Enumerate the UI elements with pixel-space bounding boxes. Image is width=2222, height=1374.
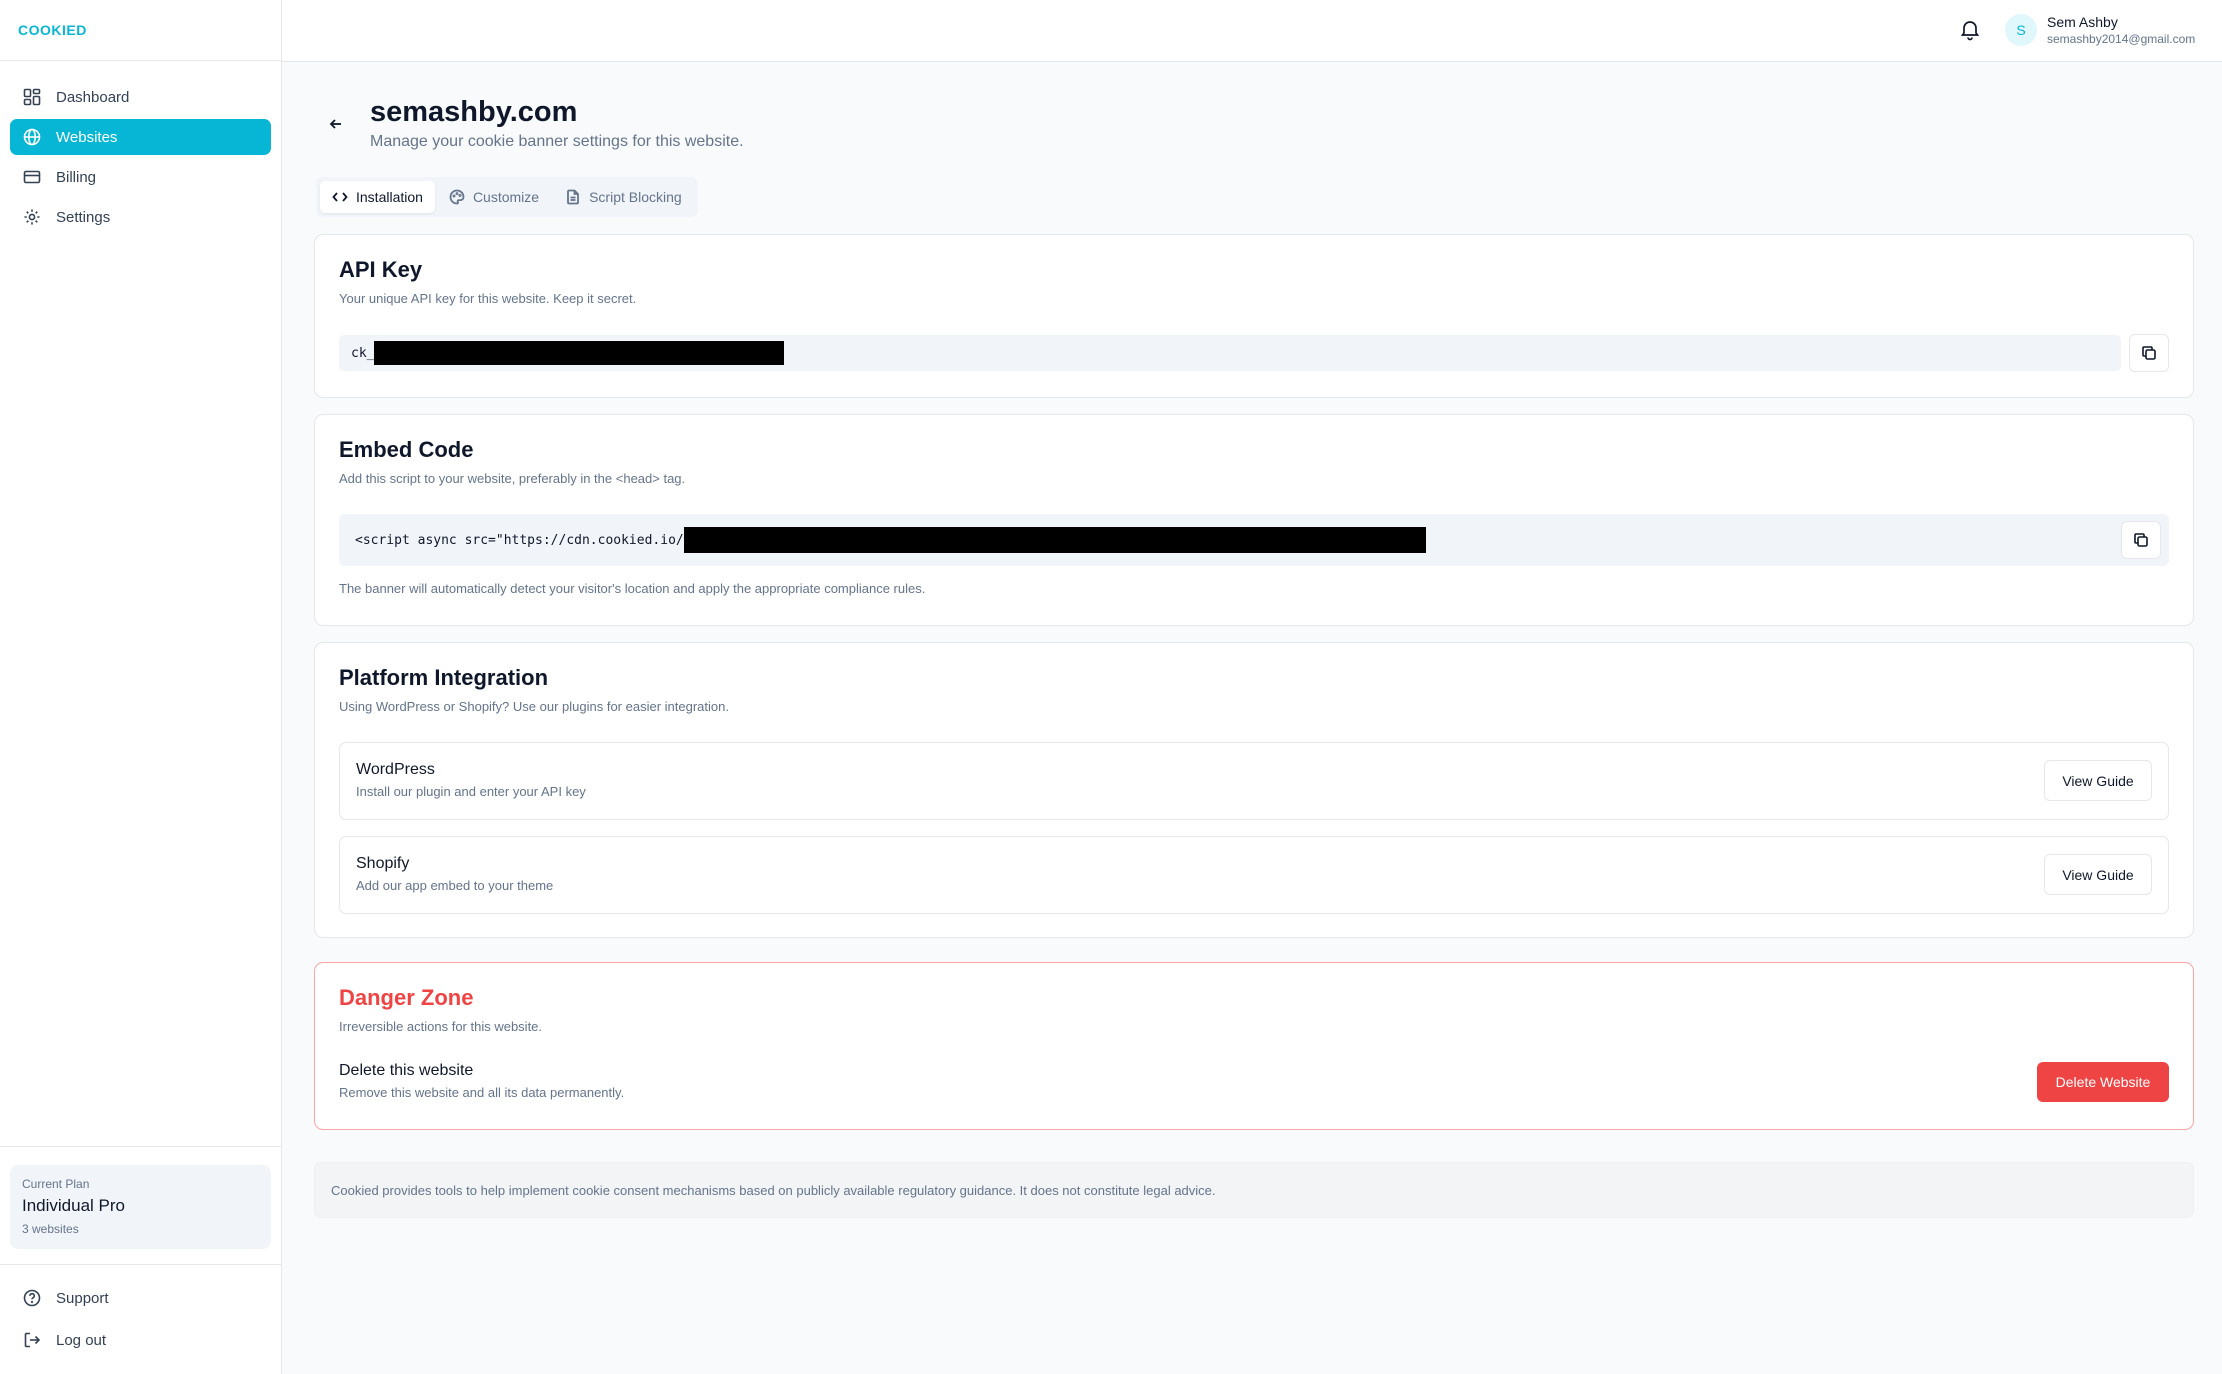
logo-bar: COOKIED [0,0,281,61]
platform-item-shopify: Shopify Add our app embed to your theme … [339,836,2169,914]
credit-card-icon [22,167,42,187]
tab-bar: Installation Customize Script Blocking [316,177,698,217]
palette-icon [449,189,465,205]
user-email: semashby2014@gmail.com [2047,32,2196,46]
logout-button[interactable]: Log out [10,1321,271,1359]
sidebar-item-billing[interactable]: Billing [10,159,271,195]
sidebar-nav: Dashboard Websites Billing Settings [0,61,281,235]
api-key-field[interactable]: ck_ [339,335,2121,371]
redacted-block [683,527,1426,553]
card-description: Your unique API key for this website. Ke… [339,291,637,306]
platform-description: Add our app embed to your theme [356,878,554,893]
sidebar-item-label: Log out [56,1331,107,1349]
sidebar-item-label: Billing [56,168,97,186]
delete-title: Delete this website [339,1062,474,1079]
logout-icon [22,1330,42,1350]
copy-embed-code-button[interactable] [2121,521,2161,559]
card-description: Add this script to your website, prefera… [339,471,686,486]
delete-website-button[interactable]: Delete Website [2037,1062,2169,1102]
avatar[interactable]: S [2005,14,2037,46]
plan-name: Individual Pro [22,1196,126,1215]
back-arrow-icon[interactable] [326,114,346,134]
platform-description: Install our plugin and enter your API ke… [356,784,586,799]
grid-icon [22,87,42,107]
embed-note: The banner will automatically detect you… [339,581,926,596]
sidebar-item-dashboard[interactable]: Dashboard [10,79,271,115]
plan-website-count: 3 websites [22,1222,79,1236]
code-icon [332,192,348,202]
embed-code-card: Embed Code Add this script to your websi… [314,414,2194,626]
sidebar: COOKIED Dashboard Websites Billing Setti… [0,0,282,1374]
current-plan-card: Current Plan Individual Pro 3 websites [10,1165,271,1249]
plan-label: Current Plan [22,1177,90,1191]
plan-section: Current Plan Individual Pro 3 websites [0,1146,281,1267]
globe-icon [22,127,42,147]
danger-zone-card: Danger Zone Irreversible actions for thi… [314,962,2194,1130]
app-logo[interactable]: COOKIED [18,22,87,38]
gear-icon [22,207,42,227]
user-name: Sem Ashby [2047,14,2118,30]
api-key-prefix: ck_ [351,345,375,361]
tab-label: Customize [472,189,540,205]
sidebar-item-support[interactable]: Support [10,1279,271,1317]
page-subtitle: Manage your cookie banner settings for t… [370,133,744,150]
api-key-card: API Key Your unique API key for this web… [314,234,2194,398]
platform-item-wordpress: WordPress Install our plugin and enter y… [339,742,2169,820]
tab-label: Installation [356,189,423,205]
platform-integration-card: Platform Integration Using WordPress or … [314,642,2194,938]
sidebar-item-label: Settings [56,208,111,226]
card-description: Irreversible actions for this website. [339,1019,543,1034]
delete-description: Remove this website and all its data per… [339,1085,625,1100]
legal-disclaimer: Cookied provides tools to help implement… [314,1162,2194,1218]
card-description: Using WordPress or Shopify? Use our plug… [339,699,729,714]
sidebar-item-websites[interactable]: Websites [10,119,271,155]
embed-code-prefix: <script async src="https://cdn.cookied.i… [355,532,684,548]
redacted-block [374,341,785,365]
bell-icon[interactable] [1958,17,1982,41]
tab-installation[interactable]: Installation [320,181,435,213]
page-title: semashby.com [370,96,578,128]
platform-name: WordPress [356,761,435,778]
platform-name: Shopify [356,855,410,872]
sidebar-item-label: Websites [56,128,118,146]
copy-icon [2142,346,2156,360]
file-icon [567,189,579,205]
tab-label: Script Blocking [589,189,682,205]
sidebar-bottom-nav: Support Log out [0,1264,281,1374]
tab-script-blocking[interactable]: Script Blocking [553,181,694,213]
sidebar-item-label: Support [56,1289,109,1307]
view-guide-button[interactable]: View Guide [2044,854,2152,895]
sidebar-item-label: Dashboard [56,88,130,106]
topbar: S Sem Ashby semashby2014@gmail.com [282,0,2222,62]
copy-api-key-button[interactable] [2129,334,2169,372]
copy-icon [2134,533,2148,547]
embed-code-field[interactable]: <script async src="https://cdn.cookied.i… [339,514,2169,566]
tab-customize[interactable]: Customize [437,181,551,213]
card-title: Danger Zone [339,985,474,1010]
card-title: API Key [339,257,423,282]
view-guide-button[interactable]: View Guide [2044,760,2152,801]
card-title: Platform Integration [339,665,549,690]
sidebar-item-settings[interactable]: Settings [10,199,271,235]
card-title: Embed Code [339,437,474,462]
help-circle-icon [22,1288,42,1308]
